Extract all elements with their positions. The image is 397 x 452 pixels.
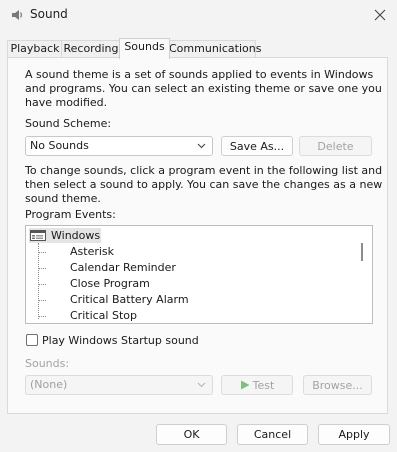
event-item[interactable]: Asterisk: [70, 245, 114, 259]
event-item[interactable]: Critical Stop: [70, 309, 137, 323]
event-item[interactable]: Calendar Reminder: [70, 261, 176, 275]
tree-branch: [38, 316, 46, 317]
startup-sound-label[interactable]: Play Windows Startup sound: [42, 334, 199, 348]
sounds-label: Sounds:: [25, 357, 70, 370]
browse-button[interactable]: Browse...: [303, 375, 372, 395]
instructions-line-2: then select a sound to apply. You can sa…: [25, 178, 383, 191]
save-as-button[interactable]: Save As...: [221, 136, 293, 156]
tree-branch: [38, 252, 46, 253]
title-bar: Sound: [0, 0, 397, 30]
tree-branch: [38, 300, 46, 301]
instructions-line-1: To change sounds, click a program event …: [25, 164, 383, 177]
tree-line: [38, 243, 39, 319]
tab-sounds[interactable]: Sounds: [119, 38, 170, 59]
close-button[interactable]: [366, 3, 394, 27]
tab-playback[interactable]: Playback: [7, 40, 63, 58]
instructions-line-3: sound theme.: [25, 192, 101, 205]
tree-branch: [38, 284, 46, 285]
sound-scheme-select[interactable]: No Sounds: [25, 136, 213, 156]
sounds-select[interactable]: (None): [25, 375, 213, 395]
tree-root-windows[interactable]: Windows: [51, 229, 100, 243]
sound-scheme-value: No Sounds: [30, 139, 89, 152]
play-icon: [240, 380, 250, 390]
event-item[interactable]: Close Program: [70, 277, 150, 291]
window-title: Sound: [30, 7, 68, 21]
test-button[interactable]: Test: [221, 375, 293, 395]
sounds-select-value: (None): [30, 378, 68, 391]
description-line-1: A sound theme is a set of sounds applied…: [25, 68, 374, 81]
events-scrollbar[interactable]: [361, 243, 363, 261]
tab-communications[interactable]: Communications: [168, 40, 261, 58]
chevron-down-icon: [197, 143, 206, 149]
test-button-label: Test: [252, 378, 275, 392]
program-events-label: Program Events:: [25, 208, 116, 221]
delete-button[interactable]: Delete: [299, 136, 372, 156]
startup-sound-checkbox[interactable]: [26, 334, 38, 346]
cancel-button[interactable]: Cancel: [237, 424, 308, 445]
apply-button[interactable]: Apply: [318, 424, 390, 445]
tree-branch: [38, 268, 46, 269]
close-icon: [374, 9, 386, 21]
speaker-icon: [10, 8, 24, 22]
window-list-icon: [30, 230, 46, 244]
ok-button[interactable]: OK: [156, 424, 227, 445]
tab-recording[interactable]: Recording: [61, 40, 121, 58]
description-line-2: and programs. You can select an existing…: [25, 82, 382, 95]
chevron-down-icon: [197, 382, 206, 388]
description-line-3: have modified.: [25, 96, 108, 109]
event-item[interactable]: Critical Battery Alarm: [70, 293, 189, 307]
sound-scheme-label: Sound Scheme:: [25, 117, 112, 130]
